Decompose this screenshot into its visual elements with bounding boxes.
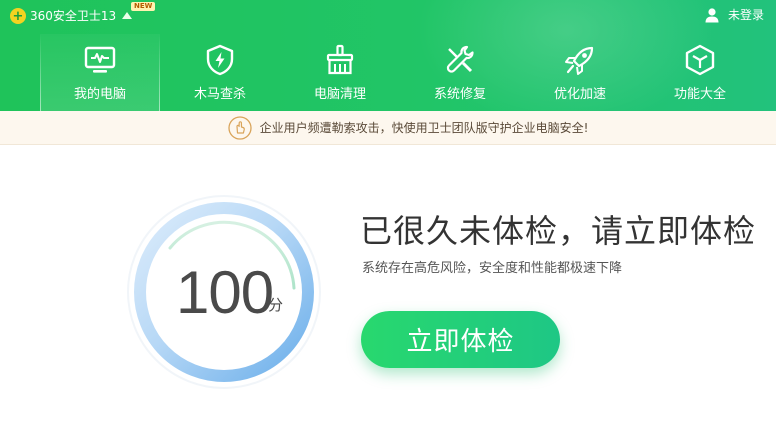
nav-item-system-repair[interactable]: 系统修复: [400, 34, 520, 111]
nav-label: 木马查杀: [193, 87, 246, 102]
cube-icon: [685, 44, 715, 76]
score-gauge: 100 分: [124, 192, 324, 392]
brand-logo-icon: +: [10, 8, 26, 24]
new-badge: NEW: [131, 2, 156, 11]
header: + 360安全卫士13 NEW 未登录 我的电脑 木马查杀 电脑清理 系统修复 …: [0, 0, 776, 111]
nav-item-optimize[interactable]: 优化加速: [520, 34, 640, 111]
login-area[interactable]: 未登录: [704, 6, 764, 23]
wrench-screwdriver-icon: [446, 45, 474, 73]
main-nav: 我的电脑 木马查杀 电脑清理 系统修复 优化加速 功能大全: [40, 34, 760, 111]
notice-content: 企业用户频遭勒索攻击，快使用卫士团队版守护企业电脑安全!: [227, 115, 589, 140]
nav-item-all-features[interactable]: 功能大全: [640, 34, 760, 111]
user-icon: [705, 7, 719, 22]
app-name: 360安全卫士13: [30, 9, 117, 23]
broom-icon: [326, 44, 354, 75]
score-value: 100: [176, 259, 274, 326]
score-unit: 分: [268, 296, 284, 314]
nav-label: 我的电脑: [73, 87, 126, 102]
nav-item-trojan-scan[interactable]: 木马查杀: [160, 34, 280, 111]
checkup-now-button[interactable]: 立即体检: [361, 311, 560, 368]
rocket-icon: [565, 46, 594, 75]
nav-label: 系统修复: [433, 87, 486, 102]
upgrade-arrow-icon[interactable]: [122, 11, 133, 19]
hand-icon: [227, 115, 252, 140]
login-label[interactable]: 未登录: [728, 6, 764, 23]
brand: + 360安全卫士13: [10, 6, 133, 26]
nav-label: 优化加速: [553, 87, 606, 102]
shield-bolt-icon: [206, 44, 234, 76]
notice-text[interactable]: 企业用户频遭勒索攻击，快使用卫士团队版守护企业电脑安全!: [260, 119, 589, 136]
notice-bar[interactable]: 企业用户频遭勒索攻击，快使用卫士团队版守护企业电脑安全!: [0, 111, 776, 145]
nav-label: 功能大全: [673, 87, 726, 102]
monitor-icon: [84, 46, 116, 73]
nav-item-cleanup[interactable]: 电脑清理: [280, 34, 400, 111]
checkup-headline: 已很久未体检，请立即体检: [360, 212, 757, 250]
nav-label: 电脑清理: [313, 87, 366, 102]
checkup-subline: 系统存在高危风险，安全度和性能都极速下降: [362, 261, 623, 276]
nav-item-my-computer[interactable]: 我的电脑: [40, 34, 160, 111]
